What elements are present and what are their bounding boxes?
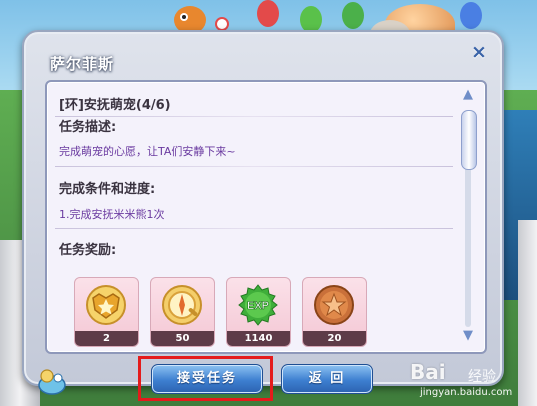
exp-label: EXP bbox=[247, 300, 269, 312]
exp-icon: EXP bbox=[238, 284, 278, 326]
highlight-box bbox=[138, 356, 273, 401]
watermark-text: 经验 bbox=[468, 369, 496, 385]
balloon-blue bbox=[460, 2, 482, 29]
reward-item[interactable]: 2 bbox=[74, 277, 139, 347]
balloon-green-2 bbox=[342, 2, 364, 29]
rewards-label: 任务奖励: bbox=[59, 243, 117, 258]
npc-name-title: 萨尔菲斯 bbox=[50, 55, 115, 73]
conditions-label: 完成条件和进度: bbox=[59, 182, 156, 197]
divider bbox=[55, 228, 453, 229]
scrollbar-thumb[interactable] bbox=[461, 110, 477, 170]
description-text: 完成萌宠的心愿，让TA们安静下来~ bbox=[59, 145, 236, 158]
reward-count: 20 bbox=[303, 331, 366, 346]
badge-icon bbox=[86, 285, 126, 325]
watermark-url: jingyan.baidu.com bbox=[420, 387, 513, 398]
star-coin-icon bbox=[314, 285, 354, 325]
scroll-down-arrow-icon[interactable]: ▼ bbox=[460, 329, 476, 343]
balloon-red bbox=[257, 0, 279, 27]
divider bbox=[55, 166, 453, 167]
reward-item[interactable]: EXP 1140 bbox=[226, 277, 291, 347]
compass-icon bbox=[162, 285, 202, 325]
balloon-green bbox=[300, 6, 322, 33]
reward-count: 1140 bbox=[227, 331, 290, 346]
watermark-logo: Bai bbox=[410, 360, 446, 384]
scroll-up-arrow-icon[interactable]: ▲ bbox=[460, 88, 476, 102]
reward-item[interactable]: 50 bbox=[150, 277, 215, 347]
pillar-right bbox=[518, 220, 537, 406]
reward-count: 2 bbox=[75, 331, 138, 346]
quest-info-panel: [环]安抚萌宠(4/6) 任务描述: 完成萌宠的心愿，让TA们安静下来~ 完成条… bbox=[45, 80, 487, 354]
back-button[interactable]: 返 回 bbox=[281, 364, 373, 394]
description-label: 任务描述: bbox=[59, 120, 117, 135]
reward-count: 50 bbox=[151, 331, 214, 346]
quest-name: [环]安抚萌宠(4/6) bbox=[59, 98, 171, 113]
pet-bottle-icon bbox=[38, 369, 66, 395]
conditions-text: 1.完成安抚米米熊1次 bbox=[59, 208, 165, 221]
close-button[interactable]: × bbox=[469, 42, 489, 62]
reward-item[interactable]: 20 bbox=[302, 277, 367, 347]
